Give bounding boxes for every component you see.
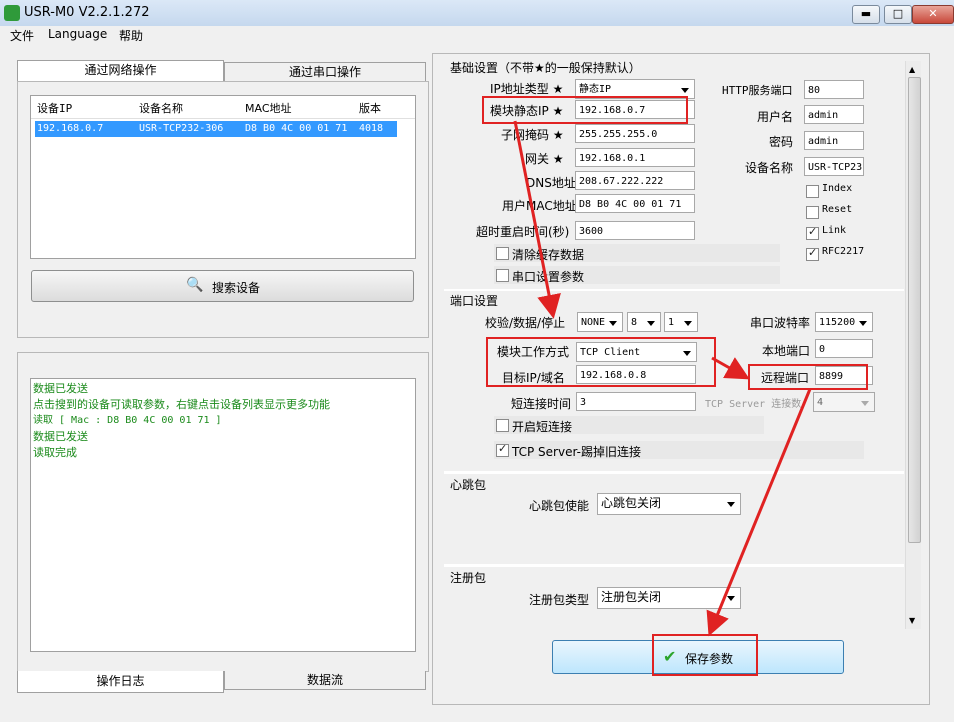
arrow-right-icon: [711, 356, 750, 380]
annotation-arrows: [513, 120, 812, 637]
arrow-down-icon: [706, 388, 812, 637]
arrow-down-icon: [513, 120, 561, 319]
